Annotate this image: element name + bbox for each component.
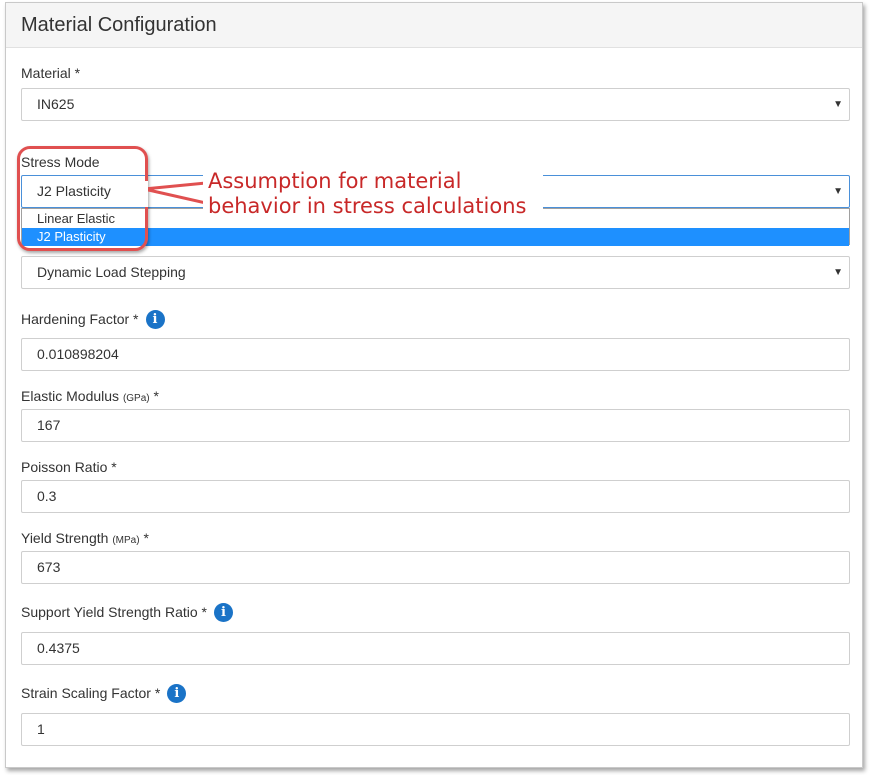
- strain-scaling-factor-value: 1: [37, 721, 45, 737]
- callout-arrow-icon: [142, 181, 206, 207]
- elastic-modulus-label: Elastic Modulus (GPa) *: [21, 388, 159, 404]
- material-select-value: IN625: [37, 96, 75, 112]
- yield-strength-label-text: Yield Strength: [21, 530, 109, 546]
- strain-scaling-factor-label-text: Strain Scaling Factor *: [21, 685, 161, 702]
- hardening-factor-label: Hardening Factor * i: [21, 310, 165, 330]
- callout-text: Assumption for material behavior in stre…: [208, 169, 526, 219]
- poisson-ratio-label-text: Poisson Ratio *: [21, 459, 117, 475]
- hardening-factor-input[interactable]: 0.010898204: [21, 338, 850, 371]
- hardening-factor-value: 0.010898204: [37, 346, 119, 362]
- callout-text-line-2: behavior in stress calculations: [208, 194, 527, 218]
- chevron-down-icon: ▼: [833, 186, 843, 197]
- elastic-modulus-input[interactable]: 167: [21, 409, 850, 442]
- support-yield-strength-ratio-value: 0.4375: [37, 640, 80, 656]
- yield-strength-value: 673: [37, 559, 61, 575]
- elastic-modulus-unit: (GPa): [122, 393, 150, 404]
- strain-scaling-factor-input[interactable]: 1: [21, 713, 850, 746]
- material-label: Material *: [21, 65, 80, 81]
- material-label-text: Material *: [21, 65, 81, 81]
- yield-strength-required-mark: *: [143, 530, 149, 546]
- support-yield-strength-ratio-label: Support Yield Strength Ratio * i: [21, 603, 234, 623]
- material-select[interactable]: IN625 ▼: [21, 88, 850, 121]
- info-icon[interactable]: i: [167, 684, 187, 703]
- elastic-modulus-required-mark: *: [153, 388, 159, 404]
- callout-highlight: [17, 146, 148, 251]
- poisson-ratio-value: 0.3: [37, 488, 57, 504]
- load-stepping-select-value: Dynamic Load Stepping: [37, 264, 186, 280]
- load-stepping-select[interactable]: Dynamic Load Stepping ▼: [21, 256, 850, 289]
- hardening-factor-label-text: Hardening Factor *: [21, 311, 139, 328]
- info-icon[interactable]: i: [214, 603, 234, 622]
- poisson-ratio-label: Poisson Ratio *: [21, 459, 117, 475]
- callout-text-line-1: Assumption for material: [208, 169, 462, 193]
- yield-strength-input[interactable]: 673: [21, 551, 850, 584]
- poisson-ratio-input[interactable]: 0.3: [21, 480, 850, 513]
- support-yield-strength-ratio-label-text: Support Yield Strength Ratio *: [21, 604, 208, 621]
- support-yield-strength-ratio-input[interactable]: 0.4375: [21, 632, 850, 665]
- info-icon[interactable]: i: [145, 310, 165, 329]
- chevron-down-icon: ▼: [833, 267, 843, 278]
- panel-title: Material Configuration: [21, 14, 217, 36]
- elastic-modulus-label-text: Elastic Modulus: [21, 388, 120, 404]
- material-configuration-panel: Material Configuration Material * IN625 …: [5, 2, 863, 768]
- panel-header: Material Configuration: [6, 3, 862, 48]
- elastic-modulus-value: 167: [37, 417, 61, 433]
- yield-strength-unit: (MPa): [112, 535, 140, 546]
- strain-scaling-factor-label: Strain Scaling Factor * i: [21, 684, 187, 704]
- yield-strength-label: Yield Strength (MPa) *: [21, 530, 149, 546]
- chevron-down-icon: ▼: [833, 99, 843, 110]
